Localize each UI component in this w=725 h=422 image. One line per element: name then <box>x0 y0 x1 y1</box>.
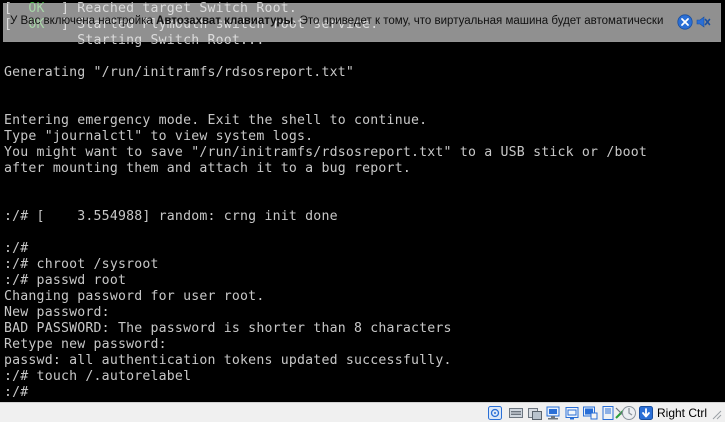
optical-drive-icon[interactable] <box>508 405 524 421</box>
network-icon[interactable] <box>545 405 561 421</box>
keyboard-capture-notification: У Вас включена настройка Автозахват клав… <box>3 3 721 42</box>
console-line: Changing password for user root. <box>4 289 265 304</box>
console-line: Generating "/run/initramfs/rdsosreport.t… <box>4 65 355 80</box>
vm-status-bar: Right Ctrl <box>0 402 725 422</box>
console-line: :/# passwd root <box>4 273 127 288</box>
notification-setting-name: Автозахват клавиатуры <box>156 15 294 27</box>
console-line: Entering emergency mode. Exit the shell … <box>4 113 428 128</box>
notification-text-end: . Это приведет к тому, что виртуальная м… <box>293 15 664 27</box>
console-line: :/# [ 3.554988] random: crng init done <box>4 209 338 224</box>
console-line: You might want to save "/run/initramfs/r… <box>4 145 648 160</box>
hard-disk-icon[interactable] <box>487 405 503 421</box>
console-line: BAD PASSWORD: The password is shorter th… <box>4 321 452 336</box>
console-line: after mounting them and attach it to a b… <box>4 161 411 176</box>
console-line: Type "journalctl" to view system logs. <box>4 129 314 144</box>
console-line: :/# <box>4 241 29 256</box>
resize-grip-icon[interactable] <box>707 405 723 421</box>
console-line: :/# chroot /sysroot <box>4 257 159 272</box>
cpu-icon[interactable] <box>621 405 637 421</box>
host-key-label: Right Ctrl <box>657 406 708 420</box>
console-line: New password: <box>4 305 110 320</box>
notification-text-start: У Вас включена настройка <box>10 15 157 27</box>
mute-notifications-icon[interactable] <box>695 14 711 30</box>
console-line: Retype new password: <box>4 337 167 352</box>
console-line: :/# touch /.autorelabel <box>4 369 192 384</box>
mouse-integration-icon[interactable] <box>638 405 654 421</box>
console-line: passwd: all authentication tokens update… <box>4 353 452 368</box>
notification-text: У Вас включена настройка Автозахват клав… <box>10 15 663 27</box>
audio-icon[interactable] <box>527 405 543 421</box>
console-line: :/# <box>4 385 29 400</box>
usb-icon[interactable] <box>564 405 580 421</box>
vm-window: [ OK ] Reached target Switch Root.[ OK ]… <box>0 0 725 422</box>
vm-console-screen[interactable]: [ OK ] Reached target Switch Root.[ OK ]… <box>0 0 725 402</box>
shared-folders-icon[interactable] <box>582 405 598 421</box>
info-close-icon[interactable] <box>677 14 693 30</box>
